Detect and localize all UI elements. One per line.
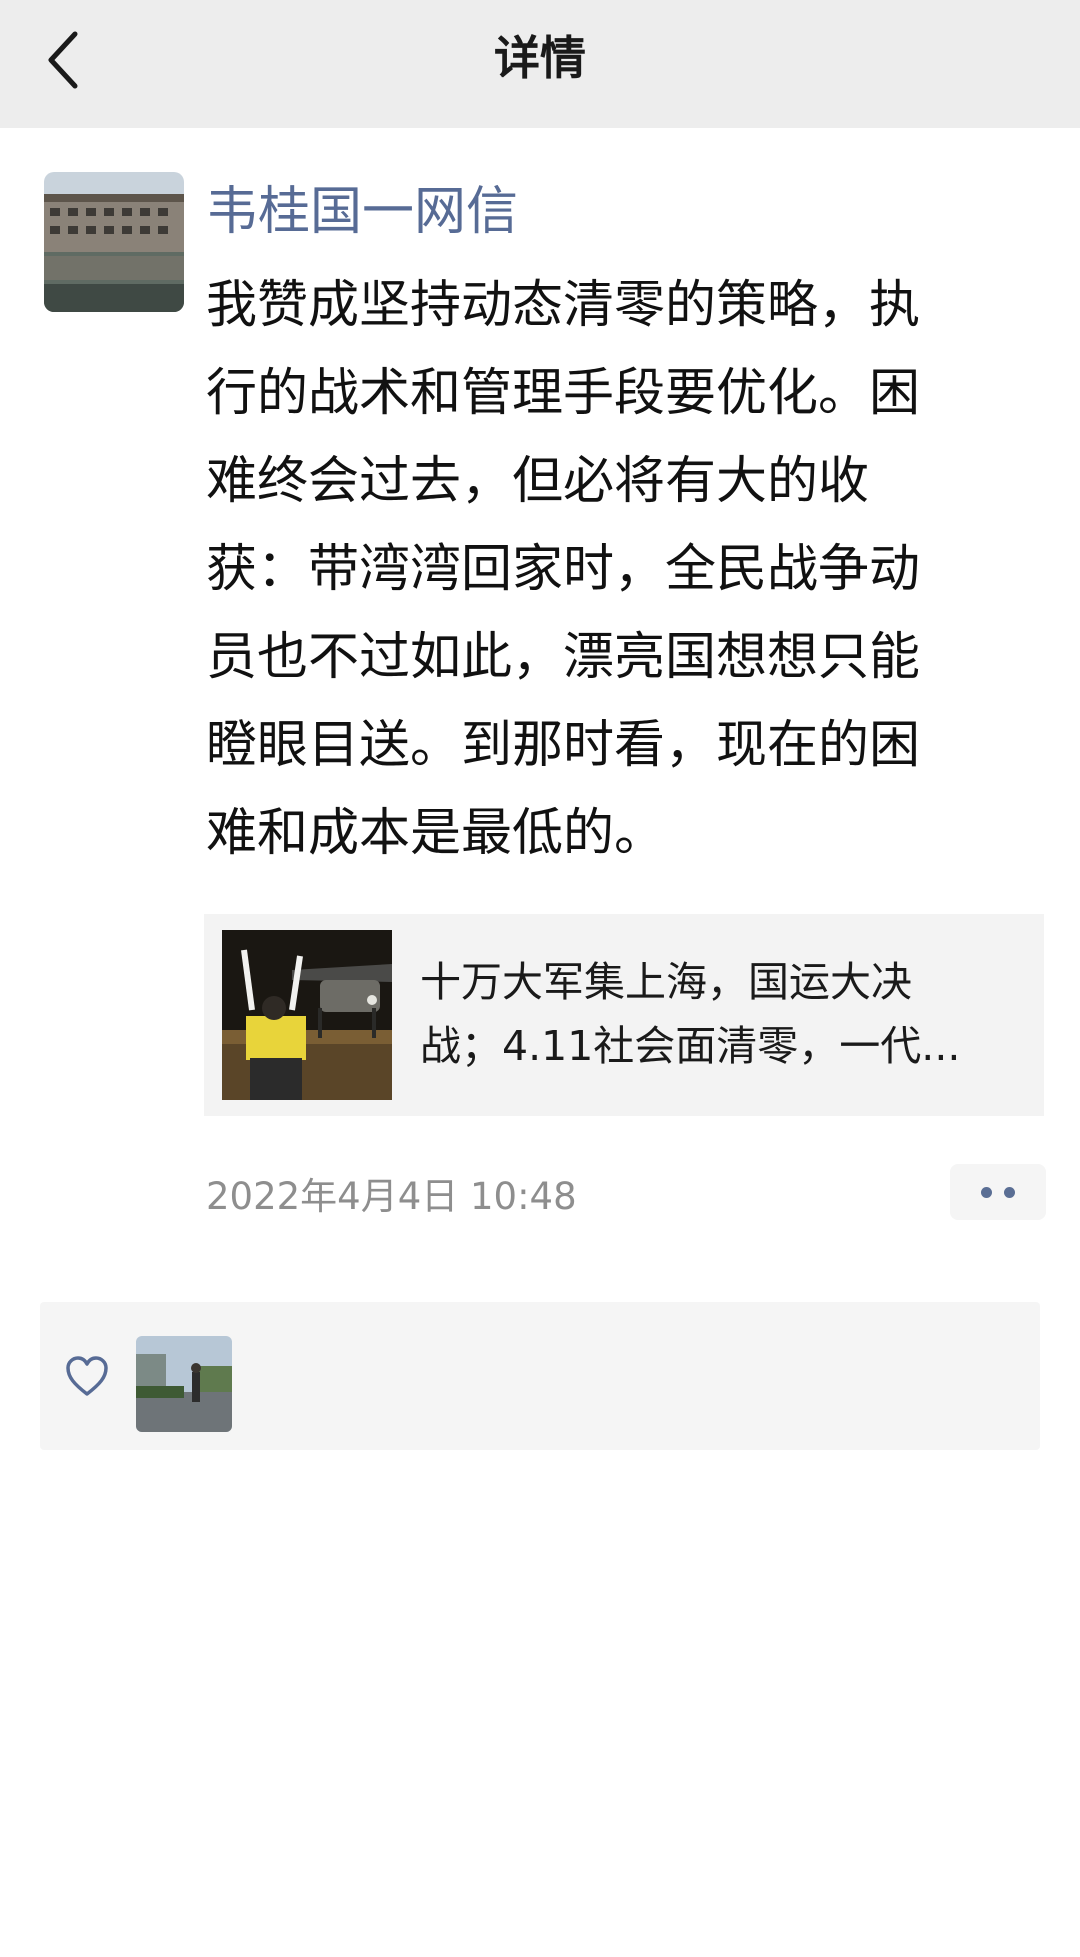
likes-section (40, 1302, 1040, 1450)
post-line: 瞪眼目送。到那时看，现在的困 (206, 716, 921, 775)
post-content: 我赞成坚持动态清零的策略，执 行的战术和管理手段要优化。困 难终会过去，但必将有… (206, 262, 1006, 878)
shared-link-card[interactable]: 十万大军集上海，国运大决 战；4.11社会面清零，一代... (204, 914, 1044, 1116)
liker-avatar[interactable] (136, 1336, 232, 1432)
heart-icon (66, 1356, 108, 1396)
more-button[interactable] (950, 1164, 1046, 1220)
top-bar: 详情 (0, 0, 1080, 128)
post-line: 行的战术和管理手段要优化。困 (206, 364, 921, 423)
author-name[interactable]: 韦桂国一网信 (206, 176, 518, 248)
post-line: 员也不过如此，漂亮国想想只能 (206, 628, 921, 687)
link-thumbnail (222, 930, 392, 1100)
page-title: 详情 (494, 31, 586, 85)
link-title: 十万大军集上海，国运大决 战；4.11社会面清零，一代... (420, 950, 1020, 1078)
post-line: 难和成本是最低的。 (206, 804, 666, 863)
post-timestamp: 2022年4月4日 10:48 (206, 1175, 577, 1218)
post-line: 难终会过去，但必将有大的收 (206, 452, 870, 511)
author-avatar[interactable] (44, 172, 184, 312)
post-line: 获：带湾湾回家时，全民战争动 (206, 540, 921, 599)
more-dots-icon (981, 1186, 992, 1198)
link-title-line: 十万大军集上海，国运大决 (420, 958, 912, 1006)
post-line: 我赞成坚持动态清零的策略，执 (206, 276, 921, 335)
more-dots-icon (1004, 1186, 1015, 1198)
link-title-line: 战；4.11社会面清零，一代... (420, 1022, 961, 1070)
